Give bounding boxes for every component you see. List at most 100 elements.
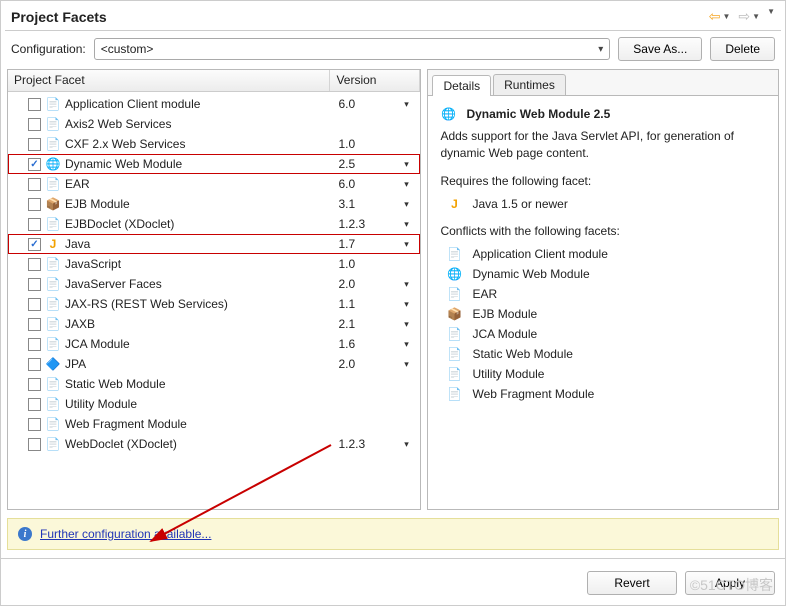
info-icon: i — [18, 527, 32, 541]
doc-icon: 📄 — [446, 386, 462, 402]
facet-row[interactable]: 📄CXF 2.x Web Services1.0 — [8, 134, 420, 154]
facet-checkbox[interactable] — [28, 118, 41, 131]
facet-name: Utility Module — [65, 397, 334, 411]
facet-name: EJBDoclet (XDoclet) — [65, 217, 334, 231]
list-item: 📄JCA Module — [446, 324, 766, 344]
globe-icon: 🌐 — [45, 156, 61, 172]
facet-checkbox[interactable] — [28, 238, 41, 251]
facet-checkbox[interactable] — [28, 198, 41, 211]
j-icon: J — [45, 236, 61, 252]
doc-icon: 📄 — [45, 256, 61, 272]
doc-icon: 📄 — [446, 326, 462, 342]
facet-row[interactable]: 📄Utility Module — [8, 394, 420, 414]
doc-icon: 📄 — [45, 276, 61, 292]
facet-name: Dynamic Web Module — [65, 157, 334, 171]
facet-checkbox[interactable] — [28, 398, 41, 411]
delete-button[interactable]: Delete — [710, 37, 775, 61]
facets-table: Project Facet Version 📄Application Clien… — [7, 69, 421, 510]
facet-row[interactable]: 📄EAR6.0▾ — [8, 174, 420, 194]
version-dropdown[interactable]: ▾ — [394, 179, 418, 190]
facet-row[interactable]: 📄Web Fragment Module — [8, 414, 420, 434]
facet-version: 2.0 — [334, 277, 394, 291]
version-dropdown[interactable]: ▾ — [394, 239, 418, 250]
facet-version: 2.0 — [334, 357, 394, 371]
info-bar: i Further configuration available... — [7, 518, 779, 550]
facet-name: CXF 2.x Web Services — [65, 137, 334, 151]
facet-row[interactable]: 📄Application Client module6.0▾ — [8, 94, 420, 114]
facet-name: WebDoclet (XDoclet) — [65, 437, 334, 451]
menu-caret-icon[interactable]: ▼ — [767, 7, 775, 26]
list-item: 📦EJB Module — [446, 304, 766, 324]
tab-details[interactable]: Details — [432, 75, 491, 96]
save-as-button[interactable]: Save As... — [618, 37, 702, 61]
revert-button[interactable]: Revert — [587, 571, 677, 595]
facet-name: EJB Module — [65, 197, 334, 211]
configuration-combo[interactable]: <custom> — [94, 38, 611, 60]
globe-icon: 🌐 — [440, 106, 456, 122]
facet-checkbox[interactable] — [28, 338, 41, 351]
facet-name: Application Client module — [65, 97, 334, 111]
facet-checkbox[interactable] — [28, 418, 41, 431]
further-configuration-link[interactable]: Further configuration available... — [40, 527, 211, 541]
doc-icon: 📄 — [45, 216, 61, 232]
facet-version: 1.7 — [334, 237, 394, 251]
col-header-facet[interactable]: Project Facet — [8, 70, 330, 91]
version-dropdown[interactable]: ▾ — [394, 199, 418, 210]
facet-checkbox[interactable] — [28, 158, 41, 171]
facet-name: EAR — [65, 177, 334, 191]
list-item: 🌐Dynamic Web Module — [446, 264, 766, 284]
facet-row[interactable]: 📄 EJBDoclet (XDoclet)1.2.3▾ — [8, 214, 420, 234]
version-dropdown[interactable]: ▾ — [394, 159, 418, 170]
version-dropdown[interactable]: ▾ — [394, 359, 418, 370]
version-dropdown[interactable]: ▾ — [394, 319, 418, 330]
facet-name: Web Fragment Module — [65, 417, 334, 431]
facet-checkbox[interactable] — [28, 178, 41, 191]
doc-icon: 📄 — [446, 286, 462, 302]
apply-button[interactable]: Apply — [685, 571, 775, 595]
facet-row[interactable]: 📄WebDoclet (XDoclet)1.2.3▾ — [8, 434, 420, 454]
tab-runtimes[interactable]: Runtimes — [493, 74, 566, 95]
doc-icon: 📄 — [45, 176, 61, 192]
facet-version: 1.2.3 — [334, 217, 394, 231]
facet-version: 1.6 — [334, 337, 394, 351]
facet-checkbox[interactable] — [28, 138, 41, 151]
facet-row[interactable]: 🌐Dynamic Web Module2.5▾ — [8, 154, 420, 174]
version-dropdown[interactable]: ▾ — [394, 279, 418, 290]
facet-row[interactable]: 🔷JPA2.0▾ — [8, 354, 420, 374]
facet-version: 6.0 — [334, 97, 394, 111]
facet-checkbox[interactable] — [28, 318, 41, 331]
facet-checkbox[interactable] — [28, 258, 41, 271]
facet-row[interactable]: 📄 JavaServer Faces2.0▾ — [8, 274, 420, 294]
list-item: 📄Static Web Module — [446, 344, 766, 364]
facet-row[interactable]: 📄JAXB2.1▾ — [8, 314, 420, 334]
details-description: Adds support for the Java Servlet API, f… — [440, 128, 766, 162]
col-header-version[interactable]: Version — [330, 70, 420, 91]
table-header: Project Facet Version — [8, 70, 420, 92]
back-button[interactable]: ⇦▼ — [706, 7, 734, 26]
facet-checkbox[interactable] — [28, 358, 41, 371]
version-dropdown[interactable]: ▾ — [394, 299, 418, 310]
facet-version: 1.0 — [334, 257, 394, 271]
facet-row[interactable]: 📦EJB Module3.1▾ — [8, 194, 420, 214]
facet-checkbox[interactable] — [28, 98, 41, 111]
version-dropdown[interactable]: ▾ — [394, 219, 418, 230]
facet-row[interactable]: 📄JavaScript1.0 — [8, 254, 420, 274]
version-dropdown[interactable]: ▾ — [394, 99, 418, 110]
facet-checkbox[interactable] — [28, 438, 41, 451]
version-dropdown[interactable]: ▾ — [394, 439, 418, 450]
version-dropdown[interactable]: ▾ — [394, 339, 418, 350]
doc-icon: 📄 — [45, 376, 61, 392]
facet-row[interactable]: 📄Axis2 Web Services — [8, 114, 420, 134]
facet-checkbox[interactable] — [28, 278, 41, 291]
facet-name: JavaServer Faces — [65, 277, 334, 291]
facet-checkbox[interactable] — [28, 218, 41, 231]
facet-checkbox[interactable] — [28, 298, 41, 311]
facet-row[interactable]: 📄JAX-RS (REST Web Services)1.1▾ — [8, 294, 420, 314]
facet-row[interactable]: 📄Static Web Module — [8, 374, 420, 394]
facet-version: 1.0 — [334, 137, 394, 151]
facet-row[interactable]: JJava1.7▾ — [8, 234, 420, 254]
list-item: 📄Web Fragment Module — [446, 384, 766, 404]
facet-checkbox[interactable] — [28, 378, 41, 391]
forward-button[interactable]: ⇨▼ — [735, 7, 763, 26]
facet-row[interactable]: 📄JCA Module1.6▾ — [8, 334, 420, 354]
